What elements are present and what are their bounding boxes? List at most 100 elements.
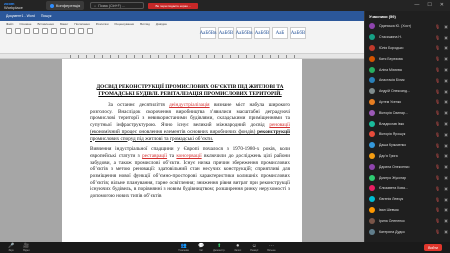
style-option[interactable]: АаБбВв — [236, 27, 252, 39]
participant-name: Іван Шевчик — [379, 207, 399, 212]
style-option[interactable]: АаБбВ — [218, 27, 234, 39]
camera-off-icon: ▣ — [444, 164, 448, 170]
ribbon-tab[interactable]: Файл — [6, 22, 13, 26]
participant-row[interactable]: Стасишина Н. 🎙 ▣ — [365, 32, 450, 43]
underline-icon[interactable] — [33, 28, 39, 34]
ribbon-tab[interactable]: Вставлення — [37, 22, 53, 26]
camera-off-icon: ▣ — [444, 110, 448, 116]
participants-header: Учасники (59) — [365, 11, 450, 21]
participant-name: Дмитро Жукотар — [379, 175, 407, 180]
style-option[interactable]: АаБбВв — [200, 27, 216, 39]
video-label: Відео — [23, 248, 30, 252]
participant-row[interactable]: Катерина Дудко 🎙 ▣ — [365, 226, 450, 237]
ribbon-tab[interactable]: Посилання — [74, 22, 89, 26]
muted-mic-icon: 🎙 — [435, 185, 441, 191]
paste-icon[interactable] — [6, 28, 12, 34]
leave-button[interactable]: Вийти — [424, 244, 442, 251]
participant-row[interactable]: Одинська Ю. (Хост) 🎙 ▣ — [365, 21, 450, 32]
participant-name: Катя Березова — [379, 56, 403, 61]
sharing-notice-badge[interactable]: Ви переглядаєте екран ... — [148, 2, 199, 9]
participant-row[interactable]: Владислав Івко 🎙 ▣ — [365, 118, 450, 129]
search-input[interactable]: ⌕ Поиск (Ctrl+F) ... — [90, 2, 145, 9]
controls-left: 🎤 Звук 🎥 Відео — [8, 243, 30, 252]
text-run: та — [167, 152, 177, 159]
participant-row[interactable]: Дмитро Жукотар 🎙 ▣ — [365, 172, 450, 183]
zoom-window: zoom Workplace Конференція ⌕ Поиск (Ctrl… — [0, 0, 450, 253]
sharing-notice-text: Ви переглядаєте екран ... — [155, 3, 192, 8]
participant-row[interactable]: Вікторія Ярошук 🎙 ▣ — [365, 129, 450, 140]
numbering-icon[interactable] — [78, 28, 84, 34]
tab-meeting[interactable]: Конференція — [46, 1, 85, 10]
participant-row[interactable]: Аліна Міхєєва 🎙 ▣ — [365, 64, 450, 75]
camera-off-icon: ▣ — [444, 153, 448, 159]
italic-icon[interactable] — [24, 28, 30, 34]
word-search[interactable]: Пошук — [41, 14, 52, 18]
participant-name: Даша Кузьменко — [379, 143, 407, 148]
participant-row[interactable]: Вікторія Свинар... 🎙 ▣ — [365, 107, 450, 118]
bullets-icon[interactable] — [69, 28, 75, 34]
participant-row[interactable]: Іван Шевчик 🎙 ▣ — [365, 205, 450, 216]
style-option[interactable]: АаБ — [272, 27, 288, 39]
font-color-icon[interactable] — [42, 28, 48, 34]
muted-mic-icon: 🎙 — [435, 110, 441, 116]
style-label: АаБбВ — [290, 30, 306, 36]
ruler-tick — [294, 55, 295, 58]
ribbon-tab[interactable]: Рецензування — [115, 22, 135, 26]
style-option[interactable]: АаБбВ — [290, 27, 306, 39]
more-button[interactable]: ⋯ Більше — [267, 243, 276, 252]
indent-icon[interactable] — [87, 28, 93, 34]
record-button[interactable]: ⏺ Запис — [234, 243, 241, 252]
video-button[interactable]: 🎥 Відео — [23, 243, 30, 252]
ribbon-tab[interactable]: Розсилки — [96, 22, 109, 26]
participant-row[interactable]: Юлія Бородько 🎙 ▣ — [365, 43, 450, 54]
participant-row[interactable]: Катя Березова 🎙 ▣ — [365, 53, 450, 64]
muted-mic-icon: 🎙 — [435, 229, 441, 235]
ruler-tick — [254, 55, 255, 58]
participants-list[interactable]: Одинська Ю. (Хост) 🎙 ▣ Стасишина Н. 🎙 ▣ Юлія Б… — [365, 21, 450, 237]
style-option[interactable]: АаБбВ — [254, 27, 270, 39]
align-center-icon[interactable] — [60, 28, 66, 34]
ribbon-tab[interactable]: Основне — [19, 22, 31, 26]
camera-off-icon: ▣ — [444, 131, 448, 137]
camera-off-icon: ▣ — [444, 34, 448, 40]
ribbon-tab[interactable]: Довідка — [156, 22, 167, 26]
bold-icon[interactable] — [15, 28, 21, 34]
camera-off-icon: ▣ — [444, 175, 448, 181]
ribbon-tab[interactable]: Макет — [60, 22, 69, 26]
participant-row[interactable]: Андрій Олександ... 🎙 ▣ — [365, 86, 450, 97]
muted-mic-icon: 🎙 — [435, 67, 441, 73]
minimize-button[interactable]: — — [414, 2, 419, 9]
participant-row[interactable]: Євгенія Левчук 🎙 ▣ — [365, 194, 450, 205]
avatar — [369, 88, 375, 95]
participants-button[interactable]: 👥 Учасники — [178, 243, 189, 252]
avatar — [369, 120, 375, 127]
maximize-button[interactable]: ☐ — [427, 2, 431, 9]
participant-row[interactable]: Даша Кузьменко 🎙 ▣ — [365, 140, 450, 151]
ruler-tick — [214, 55, 215, 58]
reactions-button[interactable]: ☺ Реакції — [250, 243, 258, 252]
ruler-tick — [134, 55, 135, 58]
participant-row[interactable]: Ірина Олененко 🎙 ▣ — [365, 215, 450, 226]
close-button[interactable]: ✕ — [440, 2, 444, 9]
ribbon-tab[interactable]: Вигляд — [140, 22, 150, 26]
document-page[interactable]: ДОСВІД РЕКОНСТРУКЦІЇ ПРОМИСЛОВИХ ОБ’ЄКТІ… — [62, 59, 302, 242]
chat-label: Чат — [199, 248, 204, 252]
ruler-tick — [142, 55, 143, 58]
participant-row[interactable]: Єлизавета Кова... 🎙 ▣ — [365, 183, 450, 194]
participants-panel: Учасники (59) Одинська Ю. (Хост) 🎙 ▣ Стасиш… — [364, 11, 450, 242]
avatar — [369, 34, 375, 41]
audio-button[interactable]: 🎤 Звук — [8, 243, 14, 252]
participant-row[interactable]: Дарина Олексенко 🎙 ▣ — [365, 161, 450, 172]
participant-row[interactable]: Артем Усенко 🎙 ▣ — [365, 97, 450, 108]
more-label: Більше — [267, 248, 276, 252]
share-screen-button[interactable]: ⬆ Демонстр. — [213, 243, 225, 252]
align-left-icon[interactable] — [51, 28, 57, 34]
camera-off-icon: ▣ — [444, 196, 448, 202]
participant-row[interactable]: Дар’я Грига 🎙 ▣ — [365, 151, 450, 162]
style-label: АаБбВ — [218, 30, 234, 36]
participant-row[interactable]: Анастасія Білик 🎙 ▣ — [365, 75, 450, 86]
camera-off-icon: ▣ — [444, 88, 448, 94]
chat-button[interactable]: 💬 Чат — [198, 243, 204, 252]
avatar — [369, 44, 375, 51]
muted-mic-icon: 🎙 — [435, 131, 441, 137]
